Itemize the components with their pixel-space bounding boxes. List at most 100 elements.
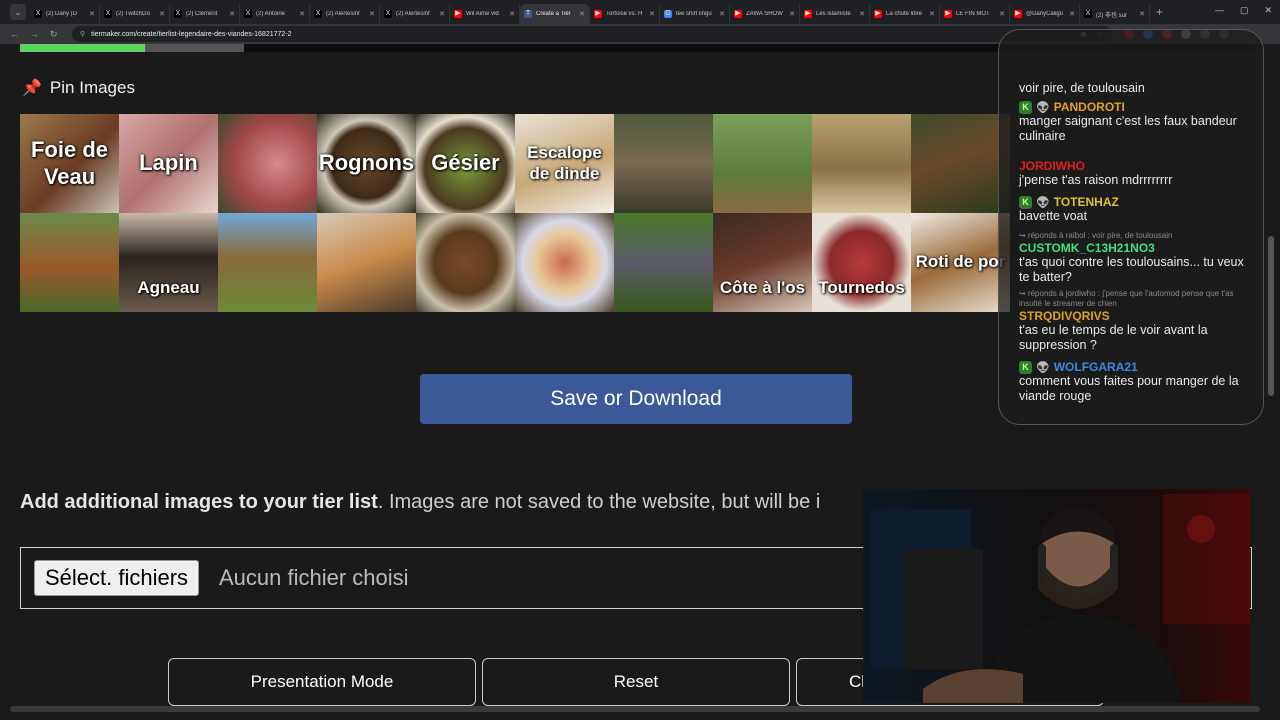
chat-text: t'as eu le temps de le voir avant la sup… <box>1019 323 1208 352</box>
browser-tab[interactable]: ▶ ZAWA SHOW ✕ <box>730 4 800 24</box>
tier-image-tile[interactable]: Agneau <box>119 213 218 312</box>
chat-reply-context: ↪ réponds à jordiwho : j'pense que l'aut… <box>1019 289 1234 308</box>
browser-tab[interactable]: ▶ LE FIN MOT ✕ <box>940 4 1010 24</box>
browser-tab[interactable]: X (2) Alertesinf ✕ <box>310 4 380 24</box>
browser-tab[interactable]: X (2) Clément ✕ <box>170 4 240 24</box>
tier-image-tile[interactable] <box>614 114 713 213</box>
new-tab-button[interactable]: + <box>1156 5 1163 19</box>
tile-label: Tournedos <box>818 277 905 297</box>
browser-tab[interactable]: X (2) Antoine ✕ <box>240 4 310 24</box>
no-file-status: Aucun fichier choisi <box>219 565 409 590</box>
browser-tab[interactable]: X (2) Dany (D ✕ <box>30 4 100 24</box>
browser-tab[interactable]: ▶ @DanyCaligu ✕ <box>1010 4 1080 24</box>
tier-image-tile[interactable] <box>416 213 515 312</box>
tile-label: Foie de Veau <box>30 137 108 189</box>
tab-favicon-icon: X <box>314 10 322 18</box>
browser-tab[interactable]: T Create a Tier ✕ <box>520 4 590 24</box>
tab-favicon-icon: X <box>104 10 112 18</box>
chat-username[interactable]: JORDIWHO <box>1019 159 1085 173</box>
horizontal-scrollbar[interactable] <box>10 706 1260 712</box>
forward-icon[interactable]: → <box>30 29 40 39</box>
tier-image-tile[interactable] <box>20 213 119 312</box>
browser-tab-bar: ⌄ X (2) Dany (D ✕ X (2) TwitchGo ✕ X (2) Clémen… <box>0 0 1280 24</box>
add-images-info: Add additional images to your tier list.… <box>20 491 870 514</box>
image-pool: Foie de Veau Lapin Rognons Gésier Escalope d… <box>20 114 1010 312</box>
tab-title: La chute libre <box>886 11 923 17</box>
kick-badge-icon: K <box>1019 195 1032 209</box>
tab-title: (2) TwitchGo <box>116 11 150 17</box>
tab-close-icon[interactable]: ✕ <box>859 10 865 18</box>
tier-image-tile[interactable]: Tournedos <box>812 213 911 312</box>
pin-images-heading: 📌 Pin Images <box>22 78 135 98</box>
tab-title: (2) Alertesinf <box>396 11 430 17</box>
browser-tab[interactable]: Gtee shirt lingu ✕ <box>660 4 730 24</box>
tier-image-tile[interactable]: Roti de por <box>911 213 1010 312</box>
maximize-icon[interactable]: ▢ <box>1240 5 1249 16</box>
tier-image-tile[interactable] <box>515 213 614 312</box>
address-bar[interactable]: ⚲ tiermaker.com/create/tierlist-legendai… <box>72 26 1112 42</box>
tier-image-tile[interactable]: Rognons <box>317 114 416 213</box>
tier-image-tile[interactable] <box>713 114 812 213</box>
browser-tab[interactable]: ▶ La chute libre ✕ <box>870 4 940 24</box>
tab-close-icon[interactable]: ✕ <box>999 10 1005 18</box>
tier-image-tile[interactable]: Lapin <box>119 114 218 213</box>
tab-close-icon[interactable]: ✕ <box>1069 10 1075 18</box>
tab-close-icon[interactable]: ✕ <box>159 10 165 18</box>
tier-image-tile[interactable] <box>218 114 317 213</box>
browser-tab[interactable]: X (2) Alertesinf ✕ <box>380 4 450 24</box>
tab-close-icon[interactable]: ✕ <box>719 10 725 18</box>
chat-username[interactable]: PANDOROTI <box>1054 100 1125 114</box>
browser-tab[interactable]: ▶ Wil Aime vid ✕ <box>450 4 520 24</box>
tab-close-icon[interactable]: ✕ <box>89 10 95 18</box>
tier-image-tile[interactable]: Foie de Veau <box>20 114 119 213</box>
chat-message: K 👽 TOTENHAZ bavette voat <box>1019 195 1257 224</box>
presentation-mode-button[interactable]: Presentation Mode <box>168 658 476 706</box>
tab-close-icon[interactable]: ✕ <box>1139 10 1145 18</box>
close-window-icon[interactable]: ✕ <box>1264 5 1272 16</box>
tab-close-icon[interactable]: ✕ <box>789 10 795 18</box>
minimize-icon[interactable]: — <box>1215 5 1224 16</box>
tier-image-tile[interactable] <box>317 213 416 312</box>
chat-username-row: JORDIWHO <box>1019 159 1257 173</box>
tab-close-icon[interactable]: ✕ <box>229 10 235 18</box>
tab-title: (2) 非也 sur <box>1096 12 1128 19</box>
tier-image-tile[interactable]: Gésier <box>416 114 515 213</box>
chat-username[interactable]: WOLFGARA21 <box>1054 360 1138 374</box>
tab-close-icon[interactable]: ✕ <box>369 10 375 18</box>
kick-badge-icon: K <box>1019 360 1032 374</box>
tier-image-tile[interactable] <box>812 114 911 213</box>
browser-tab[interactable]: ▶ Tortoise vs. H ✕ <box>590 4 660 24</box>
tab-search-icon[interactable]: ⌄ <box>10 4 26 20</box>
tab-favicon-icon: ▶ <box>944 10 952 18</box>
tab-close-icon[interactable]: ✕ <box>929 10 935 18</box>
tab-title: LE FIN MOT <box>956 11 990 17</box>
tab-close-icon[interactable]: ✕ <box>299 10 305 18</box>
tier-image-tile[interactable]: Escalope de dinde <box>515 114 614 213</box>
tab-close-icon[interactable]: ✕ <box>439 10 445 18</box>
back-icon[interactable]: ← <box>10 29 20 39</box>
tab-close-icon[interactable]: ✕ <box>649 10 655 18</box>
chat-username[interactable]: CUSTOMK_C13H21NO3 <box>1019 241 1155 255</box>
tab-close-icon[interactable]: ✕ <box>579 10 585 18</box>
browser-tab[interactable]: X (2) 非也 sur ✕ <box>1080 4 1150 24</box>
tab-title: Tortoise vs. H <box>606 11 643 17</box>
reset-button[interactable]: Reset <box>482 658 790 706</box>
tile-label: Côte à l'os <box>719 277 806 297</box>
tier-image-tile[interactable] <box>218 213 317 312</box>
tier-image-tile[interactable]: Côte à l'os <box>713 213 812 312</box>
tier-image-tile[interactable] <box>614 213 713 312</box>
tab-close-icon[interactable]: ✕ <box>509 10 515 18</box>
chat-username[interactable]: TOTENHAZ <box>1054 195 1119 209</box>
save-or-download-button[interactable]: Save or Download <box>420 374 852 424</box>
reload-icon[interactable]: ↻ <box>50 29 60 40</box>
chat-username[interactable]: STRQDIVQRIVS <box>1019 309 1110 323</box>
tab-title: (2) Alertesinf <box>326 11 360 17</box>
select-files-button[interactable]: Sélect. fichiers <box>34 560 200 596</box>
chat-message: JORDIWHO j'pense t'as raison mdrrrrrrrr <box>1019 159 1257 188</box>
vertical-scrollbar[interactable] <box>1268 236 1274 396</box>
browser-tab[interactable]: ▶ Les islamiste ✕ <box>800 4 870 24</box>
tier-image-tile[interactable] <box>911 114 1010 213</box>
browser-tab[interactable]: X (2) TwitchGo ✕ <box>100 4 170 24</box>
site-info-icon[interactable]: ⚲ <box>80 30 85 38</box>
tab-title: (2) Dany (D <box>46 11 78 17</box>
